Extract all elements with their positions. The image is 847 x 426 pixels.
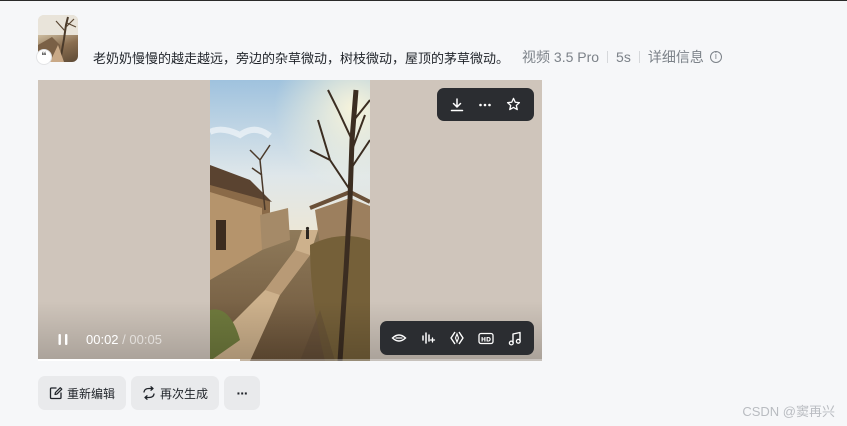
lip-sync-icon[interactable] bbox=[386, 325, 412, 351]
edit-icon bbox=[49, 387, 63, 400]
pause-icon[interactable] bbox=[56, 333, 70, 347]
frame-interpolation-icon[interactable] bbox=[444, 325, 470, 351]
video-progress-bar[interactable] bbox=[38, 359, 542, 361]
video-player[interactable]: 00:02 / 00:05 HD bbox=[38, 80, 542, 361]
prompt-quote-badge: ❝ bbox=[37, 50, 51, 64]
regenerate-label: 再次生成 bbox=[160, 386, 209, 401]
model-label: 视频 3.5 Pro bbox=[522, 49, 600, 65]
meta-divider bbox=[638, 51, 640, 63]
audio-wave-icon[interactable] bbox=[415, 325, 441, 351]
meta-divider bbox=[607, 51, 609, 63]
playback-controls: 00:02 / 00:05 bbox=[56, 332, 162, 347]
time-separator: / bbox=[118, 332, 130, 347]
video-progress-fill bbox=[38, 359, 240, 361]
regenerate-button[interactable]: 再次生成 bbox=[131, 376, 220, 410]
video-top-toolbar bbox=[437, 88, 534, 121]
refresh-icon bbox=[143, 386, 155, 400]
info-icon[interactable]: i bbox=[709, 51, 722, 63]
more-actions-label: ··· bbox=[236, 385, 249, 401]
hd-text: HD bbox=[481, 336, 491, 343]
window-top-border bbox=[0, 0, 847, 1]
watermark: CSDN @窦再兴 bbox=[742, 404, 835, 419]
hd-upscale-icon[interactable]: HD bbox=[473, 325, 499, 351]
time-display: 00:02 / 00:05 bbox=[86, 332, 162, 347]
prompt-row: 老奶奶慢慢的越走越远，旁边的杂草微动，树枝微动，屋顶的茅草微动。 视频 3.5 … bbox=[93, 47, 722, 67]
download-icon[interactable] bbox=[444, 92, 470, 118]
star-icon[interactable] bbox=[501, 92, 527, 118]
current-time: 00:02 bbox=[86, 332, 119, 347]
duration-label: 5s bbox=[616, 49, 631, 65]
result-actions: 重新编辑 再次生成 ··· bbox=[38, 376, 261, 410]
more-horizontal-icon[interactable] bbox=[472, 92, 498, 118]
total-time: 00:05 bbox=[129, 332, 162, 347]
more-actions-button[interactable]: ··· bbox=[224, 376, 261, 410]
reedit-button[interactable]: 重新编辑 bbox=[38, 376, 127, 410]
details-link[interactable]: 详细信息 bbox=[648, 47, 704, 67]
prompt-text: 老奶奶慢慢的越走越远，旁边的杂草微动，树枝微动，屋顶的茅草微动。 bbox=[93, 50, 510, 66]
music-note-icon[interactable] bbox=[502, 325, 528, 351]
reedit-label: 重新编辑 bbox=[67, 386, 116, 401]
video-edit-toolbar: HD bbox=[380, 321, 534, 355]
